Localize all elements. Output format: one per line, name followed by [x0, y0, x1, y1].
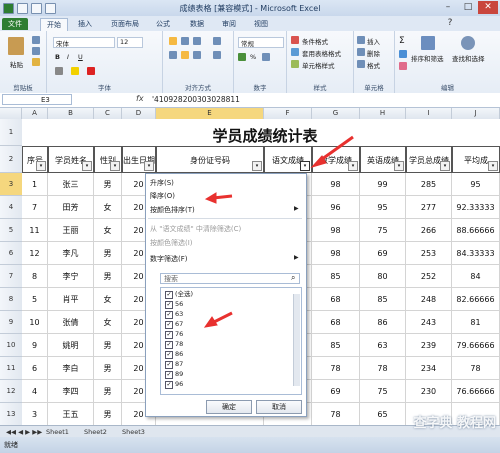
- arrow-head: [203, 316, 218, 328]
- annotation-arrows: [203, 135, 354, 328]
- arrow-head: [204, 192, 217, 204]
- watermark: 查字典 教程网: [413, 416, 496, 431]
